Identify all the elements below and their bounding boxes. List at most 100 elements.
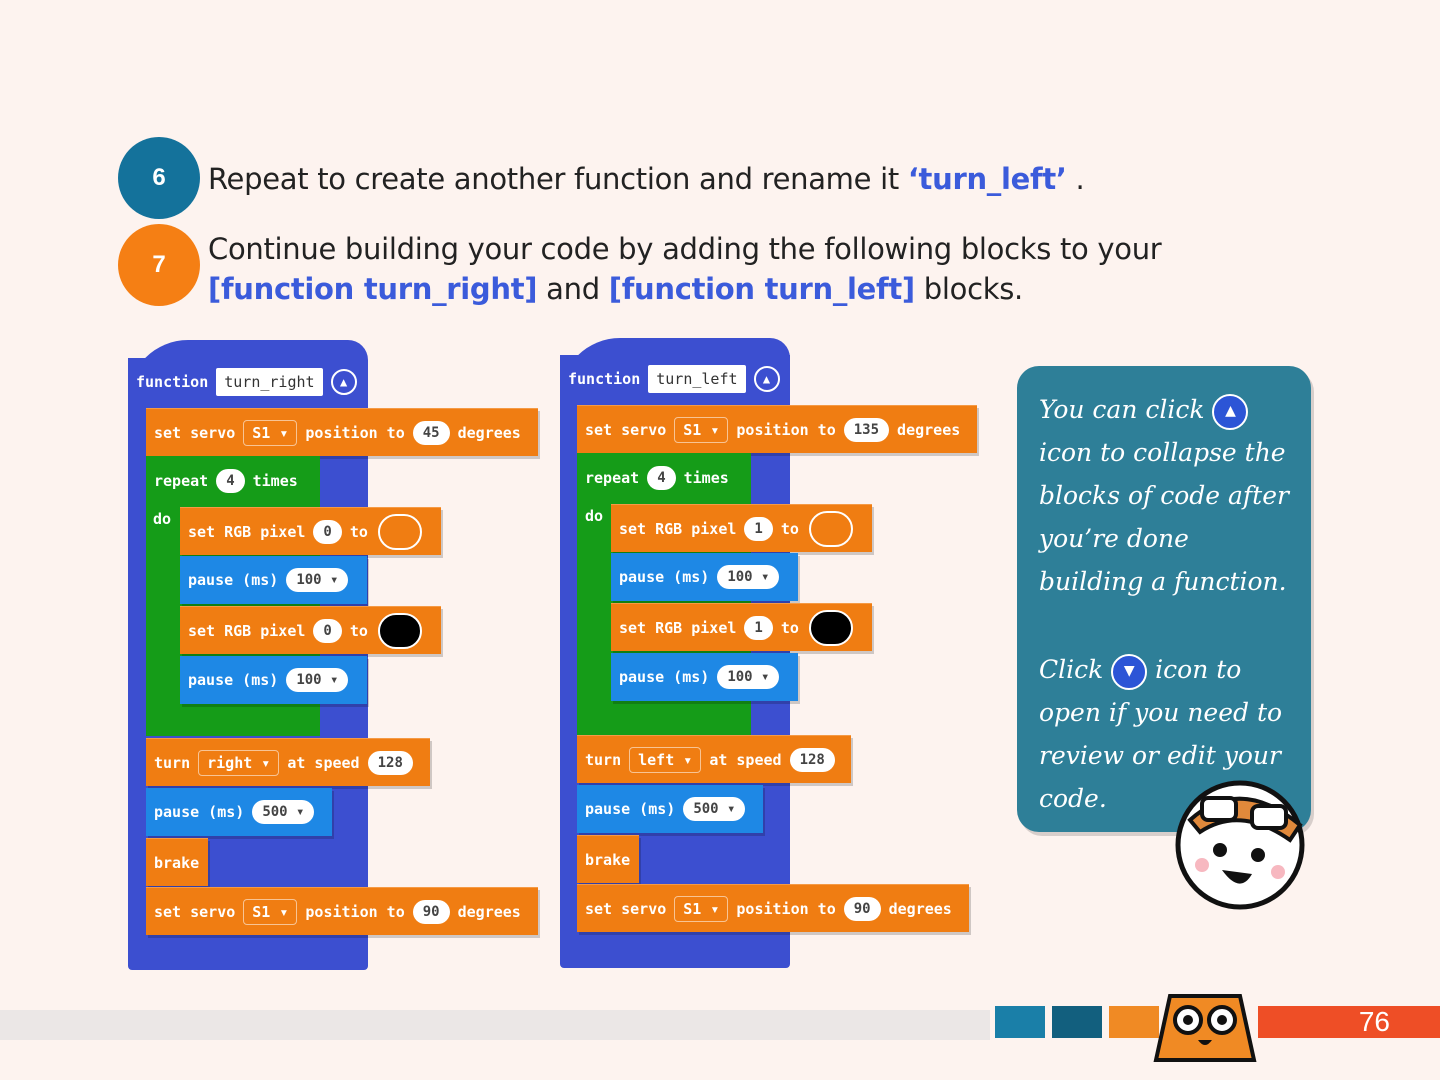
pause-value[interactable]: 100 ▾ xyxy=(286,668,349,692)
repeat-count[interactable]: 4 xyxy=(216,469,245,493)
page-number: 76 xyxy=(1258,1006,1440,1038)
do-label: do xyxy=(153,510,172,528)
color-picker[interactable] xyxy=(808,609,853,646)
color-picker[interactable] xyxy=(377,513,422,550)
pause-value[interactable]: 500 ▾ xyxy=(252,800,315,824)
chevron-up-icon[interactable]: ▲ xyxy=(330,369,357,395)
set-rgb-pixel-block[interactable]: set RGB pixel 0 to xyxy=(180,507,441,555)
pause-label: pause (ms) xyxy=(154,803,245,821)
set-rgb-pixel-block[interactable]: set RGB pixel 1 to xyxy=(611,603,872,651)
rgb-label: set RGB pixel xyxy=(188,522,306,541)
set-servo-label: set servo xyxy=(154,902,236,921)
tip-text: icon to collapse the blocks of code afte… xyxy=(1039,438,1289,596)
brake-label: brake xyxy=(154,853,200,872)
pause-value[interactable]: 100 ▾ xyxy=(717,665,780,689)
position-label: position to xyxy=(736,420,836,439)
to-label: to xyxy=(349,522,368,541)
step-7-badge: 7 xyxy=(118,224,200,306)
repeat-label: repeat xyxy=(154,472,209,490)
step-6-text: Repeat to create another function and re… xyxy=(208,159,1085,199)
set-rgb-pixel-block[interactable]: set RGB pixel 1 to xyxy=(611,504,872,552)
color-picker[interactable] xyxy=(808,510,853,547)
chevron-up-icon[interactable]: ▲ xyxy=(753,366,780,392)
position-label: position to xyxy=(736,899,836,918)
rgb-index[interactable]: 1 xyxy=(744,615,773,640)
robot-logo xyxy=(1153,994,1257,1062)
step-7-line1: Continue building your code by adding th… xyxy=(208,232,1162,266)
step-7-mid: and xyxy=(537,272,609,306)
position-label: position to xyxy=(305,902,405,921)
repeat-count[interactable]: 4 xyxy=(647,466,676,490)
servo-dropdown[interactable]: S1 ▾ xyxy=(243,419,298,446)
rgb-label: set RGB pixel xyxy=(619,519,737,538)
speed-value[interactable]: 128 xyxy=(789,747,835,772)
turn-label: turn xyxy=(585,750,622,769)
set-servo-block[interactable]: set servo S1 ▾ position to 135 degrees xyxy=(577,405,977,453)
turn-block[interactable]: turn right ▾ at speed 128 xyxy=(146,738,430,786)
pause-block[interactable]: pause (ms) 100 ▾ xyxy=(611,653,798,701)
rgb-index[interactable]: 1 xyxy=(744,516,773,541)
degrees-label: degrees xyxy=(888,899,952,918)
pause-label: pause (ms) xyxy=(619,668,710,686)
function-keyword: function xyxy=(568,370,641,388)
footer-bar xyxy=(0,1010,990,1040)
direction-dropdown[interactable]: right ▾ xyxy=(198,749,280,776)
brake-block[interactable]: brake xyxy=(577,835,639,883)
set-servo-block[interactable]: set servo S1 ▾ position to 90 degrees xyxy=(577,884,969,932)
step-7-end: blocks. xyxy=(914,272,1023,306)
step-6-text-b: . xyxy=(1066,162,1085,196)
function-name-field[interactable]: turn_left xyxy=(648,365,746,393)
servo-dropdown[interactable]: S1 ▾ xyxy=(243,898,298,925)
rgb-label: set RGB pixel xyxy=(188,621,306,640)
step-7-text: Continue building your code by adding th… xyxy=(208,229,1162,309)
step-6-text-a: Repeat to create another function and re… xyxy=(208,162,908,196)
to-label: to xyxy=(780,618,799,637)
direction-dropdown[interactable]: left ▾ xyxy=(629,746,702,773)
repeat-block[interactable]: repeat 4 times xyxy=(146,458,320,504)
chevron-up-icon: ▲ xyxy=(1212,393,1249,430)
rgb-index[interactable]: 0 xyxy=(313,618,342,643)
pause-block[interactable]: pause (ms) 100 ▾ xyxy=(180,656,367,704)
position-value[interactable]: 90 xyxy=(843,896,881,921)
pause-label: pause (ms) xyxy=(585,800,676,818)
speed-value[interactable]: 128 xyxy=(367,750,413,775)
position-value[interactable]: 90 xyxy=(412,899,450,924)
pause-label: pause (ms) xyxy=(619,568,710,586)
degrees-label: degrees xyxy=(457,423,521,442)
pause-value[interactable]: 100 ▾ xyxy=(286,568,349,592)
function-keyword: function xyxy=(136,373,209,391)
to-label: to xyxy=(780,519,799,538)
function-header[interactable]: function turn_right ▲ xyxy=(128,358,366,406)
position-value[interactable]: 135 xyxy=(843,417,890,442)
brake-block[interactable]: brake xyxy=(146,838,208,886)
step-6-highlight: ‘turn_left’ xyxy=(907,162,1067,196)
times-label: times xyxy=(252,472,298,490)
servo-dropdown[interactable]: S1 ▾ xyxy=(674,416,729,443)
turn-block[interactable]: turn left ▾ at speed 128 xyxy=(577,735,851,783)
footer-square xyxy=(1052,1006,1102,1038)
position-label: position to xyxy=(305,423,405,442)
chevron-down-icon: ▼ xyxy=(1111,653,1148,690)
degrees-label: degrees xyxy=(457,902,521,921)
pause-block[interactable]: pause (ms) 500 ▾ xyxy=(577,785,763,833)
pause-block[interactable]: pause (ms) 500 ▾ xyxy=(146,788,332,836)
function-name-field[interactable]: turn_right xyxy=(216,368,323,396)
pause-label: pause (ms) xyxy=(188,671,279,689)
set-servo-block[interactable]: set servo S1 ▾ position to 90 degrees xyxy=(146,887,538,935)
set-servo-label: set servo xyxy=(585,899,667,918)
set-rgb-pixel-block[interactable]: set RGB pixel 0 to xyxy=(180,606,441,654)
pause-value[interactable]: 100 ▾ xyxy=(717,565,780,589)
function-header[interactable]: function turn_left ▲ xyxy=(560,355,790,403)
repeat-label: repeat xyxy=(585,469,640,487)
color-picker[interactable] xyxy=(377,612,422,649)
set-servo-block[interactable]: set servo S1 ▾ position to 45 degrees xyxy=(146,408,538,456)
pause-label: pause (ms) xyxy=(188,571,279,589)
repeat-block[interactable]: repeat 4 times xyxy=(577,455,751,501)
pause-block[interactable]: pause (ms) 100 ▾ xyxy=(180,556,367,604)
set-servo-label: set servo xyxy=(154,423,236,442)
pause-value[interactable]: 500 ▾ xyxy=(683,797,746,821)
pause-block[interactable]: pause (ms) 100 ▾ xyxy=(611,553,798,601)
position-value[interactable]: 45 xyxy=(412,420,450,445)
servo-dropdown[interactable]: S1 ▾ xyxy=(674,895,729,922)
rgb-index[interactable]: 0 xyxy=(313,519,342,544)
